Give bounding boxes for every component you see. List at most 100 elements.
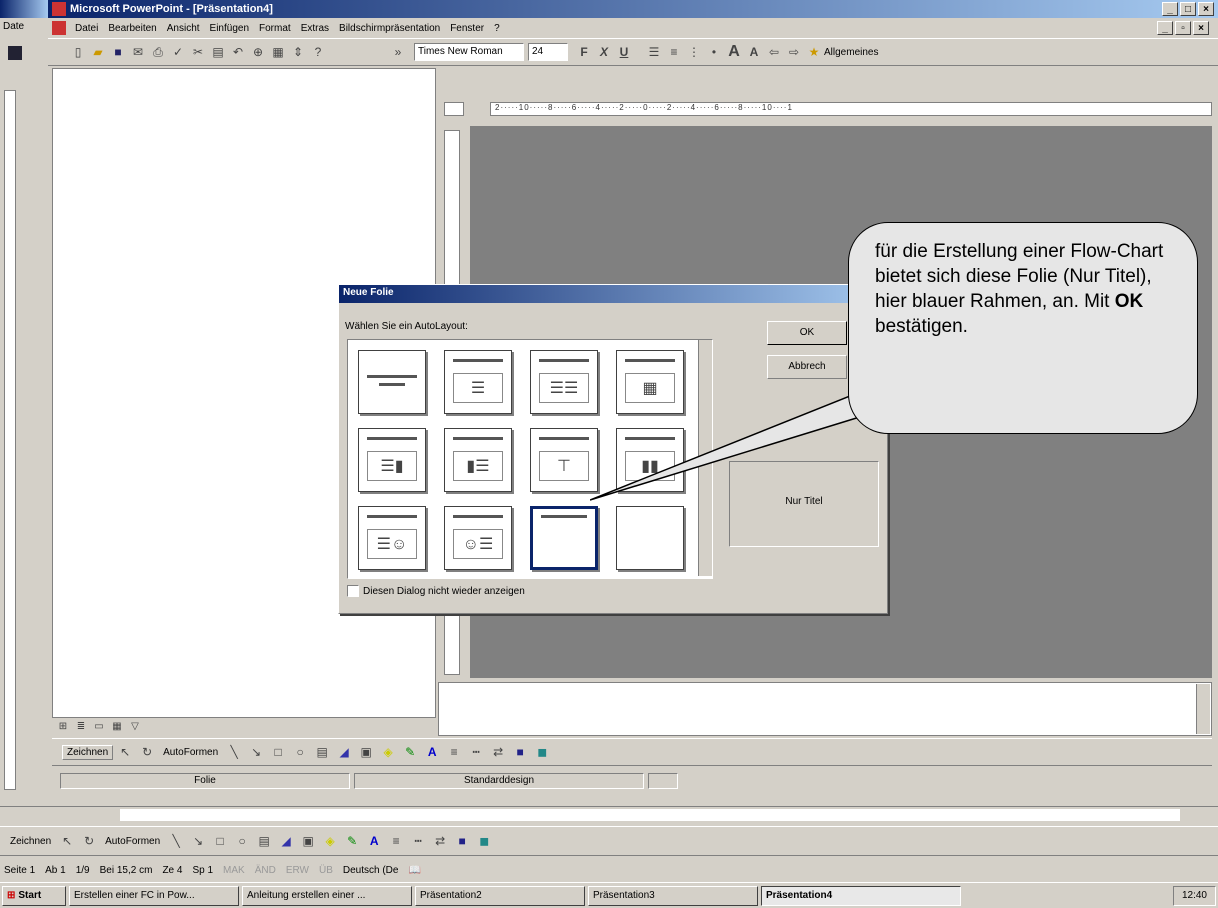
inner-arrow-icon[interactable]: ↘: [246, 742, 266, 762]
outer-draw-menu[interactable]: Zeichnen: [6, 836, 55, 847]
spellcheck-icon[interactable]: 📖: [408, 865, 420, 876]
inner-select-icon[interactable]: ↖: [115, 742, 135, 762]
inner-line-style-icon[interactable]: ≡: [444, 742, 464, 762]
scroll-track[interactable]: [120, 809, 1180, 821]
menu-fenster[interactable]: Fenster: [445, 23, 489, 34]
inner-rotate-icon[interactable]: ↻: [137, 742, 157, 762]
layout-bulleted-list[interactable]: ☰: [444, 350, 512, 414]
taskbar-item-praesentation3[interactable]: Präsentation3: [588, 885, 758, 906]
email-icon[interactable]: ✉: [128, 42, 148, 62]
layout-text-clipart[interactable]: ☰☺: [358, 506, 426, 570]
layout-org-chart[interactable]: ⊤: [530, 428, 598, 492]
common-tasks-icon[interactable]: ★: [804, 42, 824, 62]
outer-line-color-icon[interactable]: ✎: [342, 831, 362, 851]
inner-rectangle-icon[interactable]: □: [268, 742, 288, 762]
undo-icon[interactable]: ↶: [228, 42, 248, 62]
outer-shadow-icon[interactable]: ■: [452, 831, 472, 851]
align-left-icon[interactable]: ☰: [644, 42, 664, 62]
inner-textbox-icon[interactable]: ▤: [312, 742, 332, 762]
inner-dash-style-icon[interactable]: ┅: [466, 742, 486, 762]
inner-arrow-style-icon[interactable]: ⇄: [488, 742, 508, 762]
inner-autoshapes-menu[interactable]: AutoFormen: [159, 747, 222, 758]
open-icon[interactable]: ▰: [88, 42, 108, 62]
new-icon[interactable]: ▯: [68, 42, 88, 62]
maximize-button[interactable]: □: [1180, 2, 1196, 16]
outer-dash-style-icon[interactable]: ┅: [408, 831, 428, 851]
inner-draw-menu[interactable]: Zeichnen: [62, 744, 114, 760]
bullets-icon[interactable]: •: [704, 42, 724, 62]
outer-font-color-icon[interactable]: A: [364, 831, 384, 851]
doc-restore-button[interactable]: ▫: [1175, 21, 1191, 35]
shrink-font-icon[interactable]: A: [744, 42, 764, 62]
layout-title-slide[interactable]: [358, 350, 426, 414]
more-buttons-icon[interactable]: »: [388, 42, 408, 62]
start-button[interactable]: ⊞ Start: [2, 885, 66, 906]
menu-format[interactable]: Format: [254, 23, 296, 34]
menu-ansicht[interactable]: Ansicht: [162, 23, 205, 34]
hyperlink-icon[interactable]: ⊕: [248, 42, 268, 62]
dont-show-checkbox[interactable]: [347, 585, 359, 597]
help-icon[interactable]: ?: [308, 42, 328, 62]
inner-shadow-icon[interactable]: ■: [510, 742, 530, 762]
outer-line-icon[interactable]: ╲: [166, 831, 186, 851]
notes-scrollbar[interactable]: [1196, 684, 1210, 734]
outline-view-icon[interactable]: ≣: [74, 719, 88, 733]
spelling-icon[interactable]: ✓: [168, 42, 188, 62]
outer-arrow-style-icon[interactable]: ⇄: [430, 831, 450, 851]
background-save-icon[interactable]: [0, 38, 48, 82]
inner-font-color-icon[interactable]: A: [422, 742, 442, 762]
inner-line-icon[interactable]: ╲: [224, 742, 244, 762]
tables-icon[interactable]: ▦: [268, 42, 288, 62]
inner-line-color-icon[interactable]: ✎: [400, 742, 420, 762]
menu-einfuegen[interactable]: Einfügen: [205, 23, 254, 34]
outer-autoshapes-menu[interactable]: AutoFormen: [101, 836, 164, 847]
font-size-select[interactable]: 24: [528, 43, 568, 61]
notes-pane[interactable]: [438, 682, 1212, 736]
promote-icon[interactable]: ⇦: [764, 42, 784, 62]
menu-bearbeiten[interactable]: Bearbeiten: [103, 23, 161, 34]
numbering-icon[interactable]: ⋮: [684, 42, 704, 62]
print-icon[interactable]: ⎙: [148, 42, 168, 62]
expand-icon[interactable]: ⇕: [288, 42, 308, 62]
menu-bildschirmpraesentation[interactable]: Bildschirmpräsentation: [334, 23, 445, 34]
menu-datei[interactable]: Datei: [70, 23, 103, 34]
normal-view-icon[interactable]: ⊞: [56, 719, 70, 733]
outer-clipart-icon[interactable]: ▣: [298, 831, 318, 851]
layout-two-column[interactable]: ☰☰: [530, 350, 598, 414]
outer-rectangle-icon[interactable]: □: [210, 831, 230, 851]
inner-oval-icon[interactable]: ○: [290, 742, 310, 762]
layout-clipart-text[interactable]: ☺☰: [444, 506, 512, 570]
bold-button[interactable]: F: [574, 42, 594, 62]
taskbar-item-praesentation4[interactable]: Präsentation4: [761, 885, 961, 906]
outer-textbox-icon[interactable]: ▤: [254, 831, 274, 851]
outer-arrow-icon[interactable]: ↘: [188, 831, 208, 851]
menu-extras[interactable]: Extras: [296, 23, 334, 34]
layout-title-only[interactable]: [530, 506, 598, 570]
outer-3d-icon[interactable]: ◼: [474, 831, 494, 851]
outer-fill-color-icon[interactable]: ◈: [320, 831, 340, 851]
underline-button[interactable]: U: [614, 42, 634, 62]
italic-button[interactable]: X: [594, 42, 614, 62]
sorter-view-icon[interactable]: ▦: [110, 719, 124, 733]
outer-horizontal-scrollbar[interactable]: [0, 806, 1218, 824]
outer-oval-icon[interactable]: ○: [232, 831, 252, 851]
outer-wordart-icon[interactable]: ◢: [276, 831, 296, 851]
doc-minimize-button[interactable]: _: [1157, 21, 1173, 35]
inner-fill-color-icon[interactable]: ◈: [378, 742, 398, 762]
layout-blank[interactable]: [616, 506, 684, 570]
inner-wordart-icon[interactable]: ◢: [334, 742, 354, 762]
slide-view-icon[interactable]: ▭: [92, 719, 106, 733]
font-select[interactable]: Times New Roman: [414, 43, 524, 61]
grow-font-icon[interactable]: A: [724, 42, 744, 62]
taskbar-item-praesentation2[interactable]: Präsentation2: [415, 885, 585, 906]
doc-close-button[interactable]: ×: [1193, 21, 1209, 35]
menu-help[interactable]: ?: [489, 23, 505, 34]
align-center-icon[interactable]: ≡: [664, 42, 684, 62]
demote-icon[interactable]: ⇨: [784, 42, 804, 62]
taskbar-item-anleitung[interactable]: Anleitung erstellen einer ...: [242, 885, 412, 906]
taskbar-item-word[interactable]: Erstellen einer FC in Pow...: [69, 885, 239, 906]
minimize-button[interactable]: _: [1162, 2, 1178, 16]
slideshow-icon[interactable]: ▽: [128, 719, 142, 733]
outer-rotate-icon[interactable]: ↻: [79, 831, 99, 851]
cut-icon[interactable]: ✂: [188, 42, 208, 62]
